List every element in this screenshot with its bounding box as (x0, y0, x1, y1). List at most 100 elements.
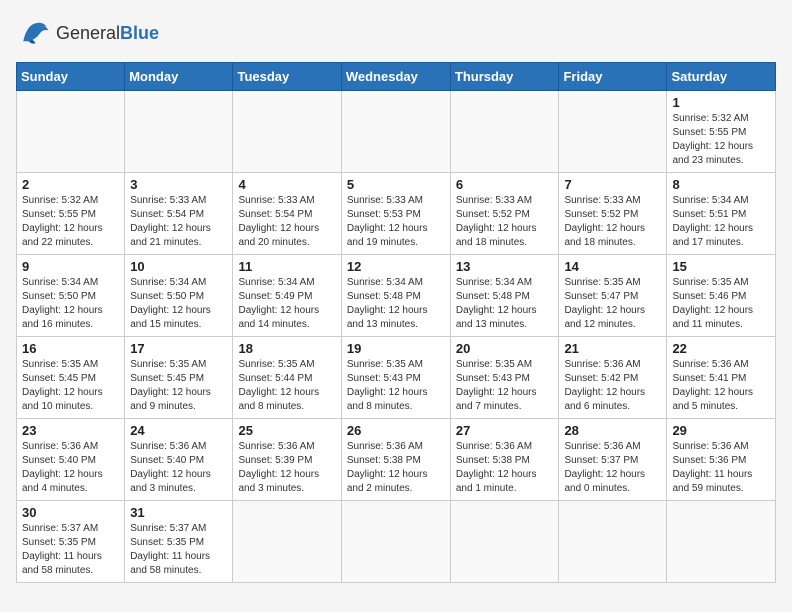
day-info: Sunrise: 5:33 AM Sunset: 5:54 PM Dayligh… (130, 194, 227, 250)
day-cell: 19 Sunrise: 5:35 AM Sunset: 5:43 PM Dayli… (341, 337, 450, 419)
calendar: SundayMondayTuesdayWednesdayThursdayFrid… (16, 62, 776, 583)
day-number: 9 (22, 259, 119, 274)
day-info: Sunrise: 5:36 AM Sunset: 5:38 PM Dayligh… (456, 440, 554, 496)
day-cell: 7 Sunrise: 5:33 AM Sunset: 5:52 PM Daylig… (559, 173, 667, 255)
day-number: 20 (456, 341, 554, 356)
day-info: Sunrise: 5:32 AM Sunset: 5:55 PM Dayligh… (22, 194, 119, 250)
day-cell: 5 Sunrise: 5:33 AM Sunset: 5:53 PM Daylig… (341, 173, 450, 255)
day-cell: 1 Sunrise: 5:32 AM Sunset: 5:55 PM Daylig… (667, 91, 776, 173)
day-number: 17 (130, 341, 227, 356)
header: GeneralBlue (16, 16, 776, 52)
day-cell: 22 Sunrise: 5:36 AM Sunset: 5:41 PM Dayli… (667, 337, 776, 419)
weekday-header-monday: Monday (125, 63, 233, 91)
day-cell (17, 91, 125, 173)
day-info: Sunrise: 5:36 AM Sunset: 5:39 PM Dayligh… (238, 440, 335, 496)
day-number: 28 (564, 423, 661, 438)
day-number: 14 (564, 259, 661, 274)
day-cell: 13 Sunrise: 5:34 AM Sunset: 5:48 PM Dayli… (450, 255, 559, 337)
day-cell: 3Sunrise: 5:33 AM Sunset: 5:54 PM Daylig… (125, 173, 233, 255)
day-cell (341, 501, 450, 583)
day-number: 30 (22, 505, 119, 520)
day-info: Sunrise: 5:37 AM Sunset: 5:35 PM Dayligh… (22, 522, 119, 578)
day-number: 27 (456, 423, 554, 438)
day-info: Sunrise: 5:35 AM Sunset: 5:43 PM Dayligh… (347, 358, 445, 414)
day-cell: 24 Sunrise: 5:36 AM Sunset: 5:40 PM Dayli… (125, 419, 233, 501)
day-info: Sunrise: 5:35 AM Sunset: 5:45 PM Dayligh… (22, 358, 119, 414)
day-number: 18 (238, 341, 335, 356)
week-row-4: 23 Sunrise: 5:36 AM Sunset: 5:40 PM Dayli… (17, 419, 776, 501)
weekday-row: SundayMondayTuesdayWednesdayThursdayFrid… (17, 63, 776, 91)
day-number: 21 (564, 341, 661, 356)
day-cell: 26 Sunrise: 5:36 AM Sunset: 5:38 PM Dayli… (341, 419, 450, 501)
day-cell: 15 Sunrise: 5:35 AM Sunset: 5:46 PM Dayli… (667, 255, 776, 337)
day-cell: 23Sunrise: 5:36 AM Sunset: 5:40 PM Dayli… (17, 419, 125, 501)
day-cell (450, 91, 559, 173)
day-cell: 11 Sunrise: 5:34 AM Sunset: 5:49 PM Dayli… (233, 255, 341, 337)
weekday-header-friday: Friday (559, 63, 667, 91)
week-row-2: 9 Sunrise: 5:34 AM Sunset: 5:50 PM Daylig… (17, 255, 776, 337)
day-info: Sunrise: 5:36 AM Sunset: 5:37 PM Dayligh… (564, 440, 661, 496)
calendar-body: 1 Sunrise: 5:32 AM Sunset: 5:55 PM Daylig… (17, 91, 776, 583)
day-info: Sunrise: 5:33 AM Sunset: 5:52 PM Dayligh… (456, 194, 554, 250)
day-cell: 21 Sunrise: 5:36 AM Sunset: 5:42 PM Dayli… (559, 337, 667, 419)
day-info: Sunrise: 5:36 AM Sunset: 5:40 PM Dayligh… (130, 440, 227, 496)
weekday-header-wednesday: Wednesday (341, 63, 450, 91)
day-number: 22 (672, 341, 770, 356)
day-number: 31 (130, 505, 227, 520)
day-info: Sunrise: 5:35 AM Sunset: 5:45 PM Dayligh… (130, 358, 227, 414)
day-number: 7 (564, 177, 661, 192)
day-cell: 6 Sunrise: 5:33 AM Sunset: 5:52 PM Daylig… (450, 173, 559, 255)
day-info: Sunrise: 5:32 AM Sunset: 5:55 PM Dayligh… (672, 112, 770, 168)
day-info: Sunrise: 5:36 AM Sunset: 5:41 PM Dayligh… (672, 358, 770, 414)
day-number: 24 (130, 423, 227, 438)
day-info: Sunrise: 5:33 AM Sunset: 5:53 PM Dayligh… (347, 194, 445, 250)
day-cell (125, 91, 233, 173)
day-number: 10 (130, 259, 227, 274)
day-info: Sunrise: 5:35 AM Sunset: 5:43 PM Dayligh… (456, 358, 554, 414)
day-info: Sunrise: 5:34 AM Sunset: 5:51 PM Dayligh… (672, 194, 770, 250)
day-number: 4 (238, 177, 335, 192)
day-cell: 9Sunrise: 5:34 AM Sunset: 5:50 PM Daylig… (17, 255, 125, 337)
calendar-header: SundayMondayTuesdayWednesdayThursdayFrid… (17, 63, 776, 91)
day-number: 11 (238, 259, 335, 274)
day-number: 29 (672, 423, 770, 438)
day-cell: 12 Sunrise: 5:34 AM Sunset: 5:48 PM Dayli… (341, 255, 450, 337)
day-number: 8 (672, 177, 770, 192)
day-number: 23 (22, 423, 119, 438)
day-cell: 17 Sunrise: 5:35 AM Sunset: 5:45 PM Dayli… (125, 337, 233, 419)
day-info: Sunrise: 5:34 AM Sunset: 5:50 PM Dayligh… (130, 276, 227, 332)
day-number: 1 (672, 95, 770, 110)
day-info: Sunrise: 5:36 AM Sunset: 5:38 PM Dayligh… (347, 440, 445, 496)
day-cell: 25 Sunrise: 5:36 AM Sunset: 5:39 PM Dayli… (233, 419, 341, 501)
day-number: 12 (347, 259, 445, 274)
logo-text: GeneralBlue (56, 24, 159, 44)
day-cell (233, 91, 341, 173)
day-info: Sunrise: 5:34 AM Sunset: 5:48 PM Dayligh… (347, 276, 445, 332)
day-info: Sunrise: 5:36 AM Sunset: 5:36 PM Dayligh… (672, 440, 770, 496)
day-cell (341, 91, 450, 173)
day-number: 5 (347, 177, 445, 192)
day-number: 13 (456, 259, 554, 274)
weekday-header-sunday: Sunday (17, 63, 125, 91)
day-cell: 29 Sunrise: 5:36 AM Sunset: 5:36 PM Dayli… (667, 419, 776, 501)
day-info: Sunrise: 5:35 AM Sunset: 5:46 PM Dayligh… (672, 276, 770, 332)
day-info: Sunrise: 5:33 AM Sunset: 5:52 PM Dayligh… (564, 194, 661, 250)
day-cell: 14Sunrise: 5:35 AM Sunset: 5:47 PM Dayli… (559, 255, 667, 337)
day-cell: 28 Sunrise: 5:36 AM Sunset: 5:37 PM Dayli… (559, 419, 667, 501)
day-cell (450, 501, 559, 583)
day-cell (559, 501, 667, 583)
day-info: Sunrise: 5:34 AM Sunset: 5:48 PM Dayligh… (456, 276, 554, 332)
day-cell (233, 501, 341, 583)
day-number: 6 (456, 177, 554, 192)
logo: GeneralBlue (16, 16, 159, 52)
day-cell: 8 Sunrise: 5:34 AM Sunset: 5:51 PM Daylig… (667, 173, 776, 255)
day-cell: 30 Sunrise: 5:37 AM Sunset: 5:35 PM Dayli… (17, 501, 125, 583)
day-info: Sunrise: 5:34 AM Sunset: 5:49 PM Dayligh… (238, 276, 335, 332)
day-number: 25 (238, 423, 335, 438)
week-row-5: 30 Sunrise: 5:37 AM Sunset: 5:35 PM Dayli… (17, 501, 776, 583)
day-number: 15 (672, 259, 770, 274)
day-info: Sunrise: 5:36 AM Sunset: 5:42 PM Dayligh… (564, 358, 661, 414)
day-number: 19 (347, 341, 445, 356)
day-number: 26 (347, 423, 445, 438)
day-cell (559, 91, 667, 173)
